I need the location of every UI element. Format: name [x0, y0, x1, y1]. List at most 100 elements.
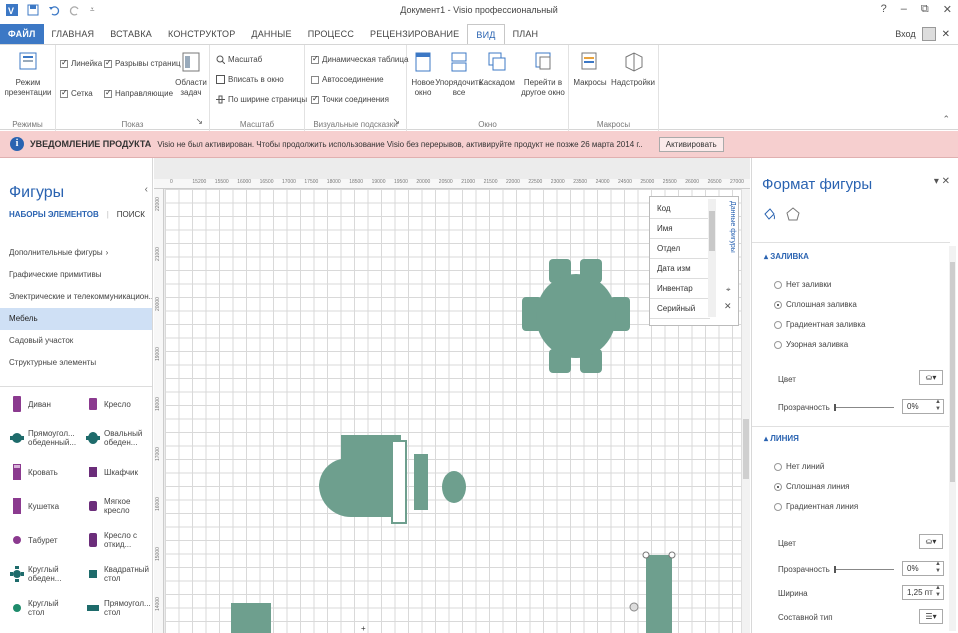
sign-in[interactable]: Вход ✕	[895, 27, 950, 41]
pin-icon[interactable]: ⌖	[726, 285, 731, 295]
stencil-item-selected[interactable]: Мебель	[0, 308, 152, 330]
stool-shape[interactable]	[442, 471, 466, 503]
group-visual-aids-launcher-icon[interactable]: ↘	[392, 116, 400, 127]
shape-data-row[interactable]: Отдел	[650, 239, 710, 259]
shape-master[interactable]: Диван	[0, 395, 76, 413]
fill-transparency-value[interactable]: 0%	[907, 402, 919, 411]
shape-master[interactable]: Кушетка	[0, 497, 76, 515]
shape-master[interactable]: Табурет	[0, 531, 76, 549]
fill-section-header[interactable]: ▴ ЗАЛИВКА	[764, 252, 809, 261]
line-transparency-slider[interactable]	[834, 566, 894, 573]
tab-stencils[interactable]: НАБОРЫ ЭЛЕМЕНТОВ	[9, 210, 99, 219]
tab-data[interactable]: ДАННЫЕ	[243, 24, 299, 44]
tab-home[interactable]: ГЛАВНАЯ	[44, 24, 103, 44]
shape-master[interactable]: Квадратный стол	[76, 565, 152, 583]
fill-option-radio[interactable]: Узорная заливка	[774, 340, 848, 349]
radio-circle[interactable]	[774, 280, 782, 289]
spinner-arrows-icon[interactable]: ▲ ▼	[935, 585, 941, 599]
selection-handle[interactable]	[668, 551, 676, 559]
cascade-button[interactable]: Каскадом	[479, 51, 515, 88]
compound-type-dropdown[interactable]: ☰▾	[919, 609, 943, 624]
shape-master[interactable]: Прямоугол... обеденный...	[0, 429, 76, 447]
shape-data-scrollbar[interactable]	[708, 199, 716, 317]
scrollbar-thumb[interactable]	[950, 262, 955, 482]
stencil-item[interactable]: Структурные элементы	[0, 352, 152, 374]
shape-master[interactable]: Круглый обеден...	[0, 565, 76, 583]
selection-handle[interactable]	[642, 551, 650, 559]
ruler-check-box[interactable]	[60, 58, 68, 68]
new-window-button[interactable]: Новое окно	[409, 51, 437, 98]
fill-line-icon[interactable]	[762, 206, 776, 222]
activate-button[interactable]: Активировать	[658, 136, 724, 152]
arrange-all-button[interactable]: Упорядочить все	[435, 51, 483, 98]
line-option-radio[interactable]: Нет линий	[774, 462, 824, 471]
autoconnect-checkbox[interactable]: Автосоединение	[311, 75, 384, 84]
shape-master[interactable]: Прямоугол... стол	[76, 599, 152, 617]
line-color-dropdown[interactable]: ⛀▾	[919, 534, 943, 549]
shape-master[interactable]: Круглый стол	[0, 599, 76, 617]
shape-master[interactable]: Овальный обеден...	[76, 429, 152, 447]
presentation-mode-button[interactable]: Режим презентации	[4, 51, 52, 98]
task-panes-button[interactable]: Области задач	[174, 51, 208, 98]
line-width-value[interactable]: 1,25 пт	[907, 588, 933, 597]
sign-in-label[interactable]: Вход	[895, 29, 915, 39]
shape-data-row[interactable]: Дата изм	[650, 259, 710, 279]
format-pane-controls[interactable]: ▾ ✕	[934, 176, 950, 187]
ruler-checkbox[interactable]: Линейка	[60, 58, 102, 68]
radio-circle[interactable]	[774, 502, 782, 511]
radio-circle[interactable]	[774, 300, 782, 309]
dynamic-grid-checkbox[interactable]: Динамическая таблица	[311, 54, 408, 64]
page-breaks-check-box[interactable]	[104, 58, 112, 68]
furniture-shape[interactable]	[231, 603, 271, 633]
slider-knob[interactable]	[834, 566, 836, 573]
rotation-handle-icon[interactable]	[629, 602, 639, 612]
bottom-left-shape[interactable]	[231, 603, 271, 633]
switch-window-button[interactable]: Перейти в другое окно	[521, 51, 565, 98]
connection-points-check-box[interactable]	[311, 94, 319, 104]
fill-option-radio[interactable]: Сплошная заливка	[774, 300, 857, 309]
tab-insert[interactable]: ВСТАВКА	[102, 24, 160, 44]
restore-button[interactable]: ⧉	[921, 3, 929, 16]
radio-circle[interactable]	[774, 320, 782, 329]
group-show-launcher-icon[interactable]: ↘	[195, 116, 203, 127]
radio-circle[interactable]	[774, 482, 782, 491]
help-icon[interactable]: ?	[881, 3, 887, 16]
shape-data-row[interactable]: Инвентар	[650, 279, 710, 299]
minimize-button[interactable]: –	[901, 3, 907, 16]
collapse-ribbon-icon[interactable]: ⌃	[942, 114, 950, 125]
guides-checkbox[interactable]: Направляющие	[104, 88, 173, 98]
radio-circle[interactable]	[774, 340, 782, 349]
tab-review[interactable]: РЕЦЕНЗИРОВАНИЕ	[362, 24, 467, 44]
zoom-button[interactable]: Масштаб	[216, 55, 262, 64]
tab-process[interactable]: ПРОЦЕСС	[300, 24, 362, 44]
close-button[interactable]: ✕	[943, 3, 952, 16]
macros-button[interactable]: Макросы	[573, 51, 607, 88]
oval-dining-table[interactable]	[522, 259, 630, 373]
grid-checkbox[interactable]: Сетка	[60, 88, 93, 98]
shape-master[interactable]: Шкафчик	[76, 463, 152, 481]
shape-data-row[interactable]: Код	[650, 199, 710, 219]
fill-option-radio[interactable]: Нет заливки	[774, 280, 831, 289]
shape-master[interactable]: Мягкое кресло	[76, 497, 152, 515]
fit-to-window-button[interactable]: Вписать в окно	[216, 75, 284, 84]
avatar[interactable]	[921, 27, 936, 41]
scrollbar-thumb[interactable]	[743, 419, 749, 479]
collapse-shapes-icon[interactable]: ‹	[145, 184, 148, 195]
vertical-scrollbar[interactable]	[741, 189, 750, 633]
shape-data-row[interactable]: Серийный	[650, 299, 710, 319]
stencil-item[interactable]: Графические примитивы	[0, 264, 152, 286]
close-ribbon-icon[interactable]: ✕	[942, 29, 950, 40]
close-shape-data-icon[interactable]: ✕	[724, 301, 732, 312]
line-transparency-spinner[interactable]: 0% ▲ ▼	[902, 561, 944, 576]
fill-option-radio[interactable]: Градиентная заливка	[774, 320, 866, 329]
tab-plan[interactable]: ПЛАН	[505, 24, 547, 44]
stencil-item[interactable]: Садовый участок	[0, 330, 152, 352]
autoconnect-check-box[interactable]	[311, 75, 319, 84]
grand-piano[interactable]	[319, 435, 466, 524]
shape-master[interactable]: Кровать	[0, 463, 76, 481]
tab-file[interactable]: ФАЙЛ	[0, 24, 44, 44]
line-width-spinner[interactable]: 1,25 пт ▲ ▼	[902, 585, 944, 600]
guides-check-box[interactable]	[104, 88, 112, 98]
fill-transparency-slider[interactable]	[834, 404, 894, 411]
line-option-radio[interactable]: Сплошная линия	[774, 482, 850, 491]
